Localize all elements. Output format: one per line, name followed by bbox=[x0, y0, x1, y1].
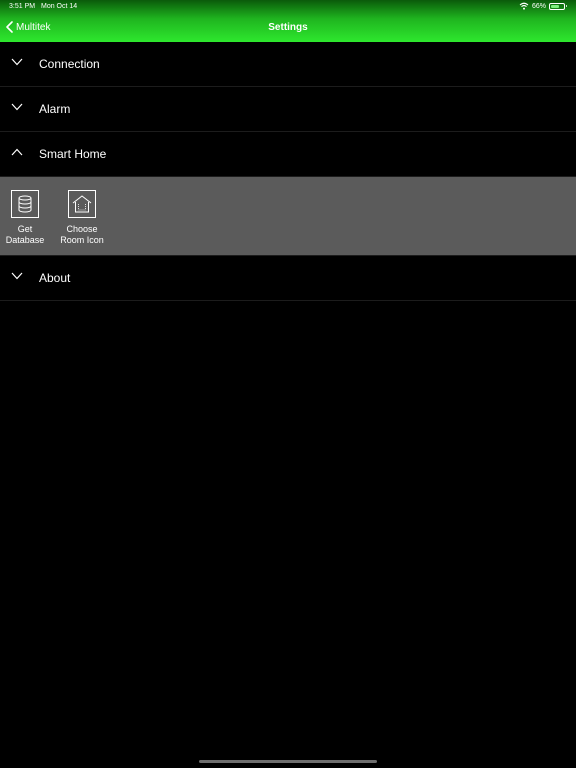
status-time: 3:51 PM bbox=[9, 3, 36, 10]
settings-sections: Connection Alarm Smart Home Get Database… bbox=[0, 42, 576, 301]
navigation-bar: Multitek Settings bbox=[0, 14, 576, 42]
status-date: Mon Oct 14 bbox=[41, 3, 78, 10]
status-indicators: 66% bbox=[519, 2, 567, 10]
section-alarm[interactable]: Alarm bbox=[0, 87, 576, 132]
battery-percent: 66% bbox=[531, 2, 546, 10]
chevron-up-icon bbox=[11, 148, 23, 156]
header-bar: 3:51 PM Mon Oct 14 66% Multitek Settings bbox=[0, 0, 576, 42]
get-database-button[interactable]: Get Database bbox=[0, 190, 53, 246]
choose-room-icon-label: Choose Room Icon bbox=[60, 224, 104, 245]
battery-icon bbox=[549, 2, 567, 10]
section-connection[interactable]: Connection bbox=[0, 42, 576, 87]
section-connection-label: Connection bbox=[39, 57, 100, 71]
chevron-down-icon bbox=[11, 272, 23, 280]
battery-level-fill bbox=[551, 4, 559, 8]
section-smart-home[interactable]: Smart Home bbox=[0, 132, 576, 177]
section-about-label: About bbox=[39, 271, 71, 285]
chevron-down-icon bbox=[11, 103, 23, 111]
house-icon bbox=[68, 190, 96, 218]
home-indicator[interactable] bbox=[199, 760, 377, 763]
section-about[interactable]: About bbox=[0, 256, 576, 301]
choose-room-icon-button[interactable]: Choose Room Icon bbox=[54, 190, 110, 246]
chevron-down-icon bbox=[11, 58, 23, 66]
wifi-icon bbox=[519, 2, 529, 10]
database-icon bbox=[11, 190, 39, 218]
get-database-label: Get Database bbox=[5, 224, 45, 245]
status-bar: 3:51 PM Mon Oct 14 66% bbox=[0, 0, 576, 14]
page-title: Settings bbox=[268, 22, 308, 33]
section-alarm-label: Alarm bbox=[39, 102, 71, 116]
smart-home-panel: Get Database Choose Room Icon bbox=[0, 177, 576, 256]
section-smart-home-label: Smart Home bbox=[39, 147, 107, 161]
